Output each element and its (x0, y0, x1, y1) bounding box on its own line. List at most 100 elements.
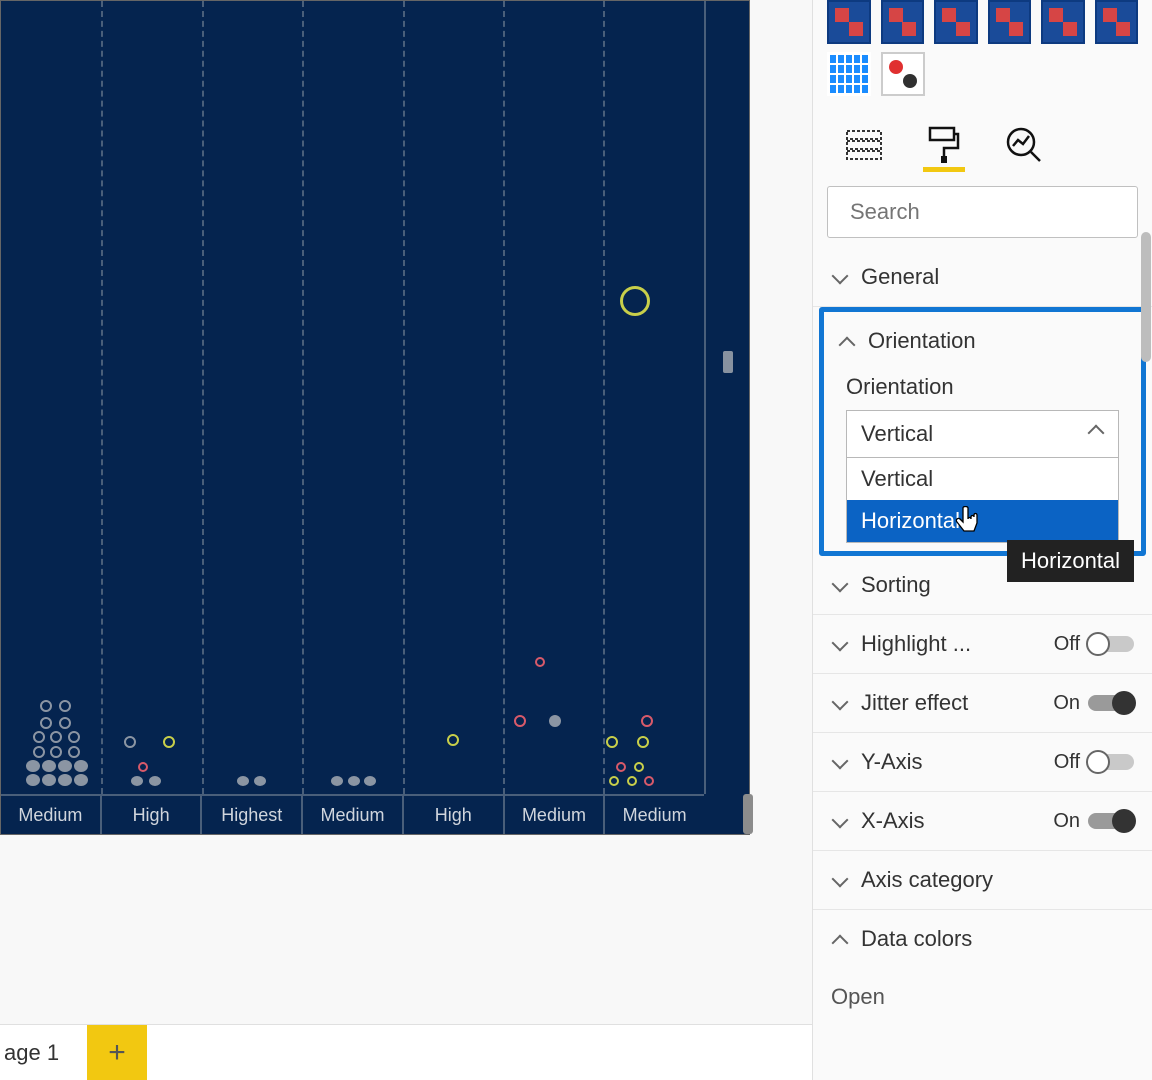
data-point (68, 731, 80, 743)
data-point (606, 736, 618, 748)
axis-label: Medium (605, 796, 704, 834)
data-point (42, 760, 56, 772)
x-axis: Medium High Highest Medium High Medium M… (1, 794, 704, 834)
data-point (237, 776, 249, 786)
section-label: X-Axis (861, 808, 925, 834)
custom-visual-icon[interactable] (934, 0, 978, 44)
section-label: General (861, 264, 939, 290)
jitter-toggle[interactable]: On (1053, 692, 1134, 715)
chevron-up-icon (831, 930, 849, 948)
data-point (131, 776, 143, 786)
chevron-up-icon (1090, 427, 1104, 441)
custom-visual-icon[interactable] (1095, 0, 1139, 44)
data-point (644, 776, 654, 786)
section-label: Orientation (868, 328, 976, 354)
data-point (331, 776, 343, 786)
section-label: Axis category (861, 867, 993, 893)
report-canvas[interactable]: Medium High Highest Medium High Medium M… (0, 0, 812, 1024)
tooltip: Horizontal (1007, 540, 1134, 582)
section-label: Y-Axis (861, 749, 923, 775)
section-general[interactable]: General (813, 248, 1152, 307)
chevron-down-icon (831, 635, 849, 653)
data-point (138, 762, 148, 772)
data-point (124, 736, 136, 748)
pane-scrollbar-thumb[interactable] (1141, 232, 1151, 362)
data-point (59, 717, 71, 729)
axis-label: Highest (202, 796, 303, 834)
section-jitter[interactable]: Jitter effect On (813, 674, 1152, 733)
data-point (40, 717, 52, 729)
section-label: Data colors (861, 926, 972, 952)
chevron-down-icon (831, 871, 849, 889)
analytics-tab[interactable] (1001, 122, 1047, 168)
visualizations-gallery (813, 0, 1152, 112)
chevron-down-icon (831, 812, 849, 830)
section-axis-category[interactable]: Axis category (813, 851, 1152, 910)
data-point (59, 700, 71, 712)
y-axis-toggle[interactable]: Off (1054, 751, 1134, 774)
search-box[interactable] (827, 186, 1138, 238)
data-point (254, 776, 266, 786)
page-tab[interactable]: age 1 (0, 1031, 77, 1075)
chart-scrollbar-vertical[interactable] (704, 1, 749, 794)
chevron-down-icon (831, 694, 849, 712)
highlight-toggle[interactable]: Off (1054, 633, 1134, 656)
section-label: Jitter effect (861, 690, 968, 716)
section-y-axis[interactable]: Y-Axis Off (813, 733, 1152, 792)
chart-plot-area (1, 1, 704, 794)
data-point (163, 736, 175, 748)
custom-visual-icon[interactable] (881, 0, 925, 44)
data-point (50, 746, 62, 758)
custom-visual-icon[interactable] (827, 0, 871, 44)
add-page-button[interactable]: + (87, 1025, 147, 1080)
data-point (609, 776, 619, 786)
section-orientation-highlighted: Orientation Orientation Vertical Vertica… (819, 307, 1146, 556)
data-point (40, 700, 52, 712)
data-point (616, 762, 626, 772)
chart-resize-handle[interactable] (743, 794, 753, 834)
section-partial: Open (813, 968, 1152, 1010)
data-point (535, 657, 545, 667)
data-point (641, 715, 653, 727)
chevron-down-icon (831, 576, 849, 594)
fields-icon (846, 130, 882, 160)
fields-tab[interactable] (841, 122, 887, 168)
dropdown-option-vertical[interactable]: Vertical (847, 458, 1118, 500)
data-point (74, 760, 88, 772)
dropdown-option-horizontal[interactable]: Horizontal Horizontal (847, 500, 1118, 542)
custom-visual-icon[interactable] (988, 0, 1032, 44)
chart-visual[interactable]: Medium High Highest Medium High Medium M… (0, 0, 750, 835)
orientation-field-label: Orientation (824, 374, 1141, 410)
dropdown-selected-value: Vertical (861, 421, 933, 447)
data-point (348, 776, 360, 786)
data-point (26, 760, 40, 772)
custom-visual-icon[interactable] (1041, 0, 1085, 44)
data-point (33, 746, 45, 758)
orientation-dropdown[interactable]: Vertical Vertical Horizontal Horizontal (846, 410, 1119, 543)
section-data-colors[interactable]: Data colors (813, 910, 1152, 968)
section-highlight[interactable]: Highlight ... Off (813, 615, 1152, 674)
section-orientation-header[interactable]: Orientation (824, 312, 1141, 374)
cursor-icon (955, 506, 981, 536)
format-tab[interactable] (921, 122, 967, 168)
data-point (26, 774, 40, 786)
data-point (514, 715, 526, 727)
section-x-axis[interactable]: X-Axis On (813, 792, 1152, 851)
matrix-visual-icon[interactable] (827, 52, 871, 96)
page-tab-label: age 1 (4, 1040, 59, 1066)
section-label: Highlight ... (861, 631, 971, 657)
data-point (58, 774, 72, 786)
axis-label: Medium (303, 796, 404, 834)
custom-visual-icon[interactable] (881, 52, 925, 96)
data-point (627, 776, 637, 786)
axis-label: Medium (505, 796, 606, 834)
data-point (364, 776, 376, 786)
chevron-down-icon (831, 268, 849, 286)
chevron-down-icon (831, 753, 849, 771)
scrollbar-thumb[interactable] (723, 351, 733, 373)
x-axis-toggle[interactable]: On (1053, 810, 1134, 833)
data-point (42, 774, 56, 786)
plus-icon: + (108, 1038, 126, 1068)
search-input[interactable] (850, 199, 1138, 225)
data-point (637, 736, 649, 748)
